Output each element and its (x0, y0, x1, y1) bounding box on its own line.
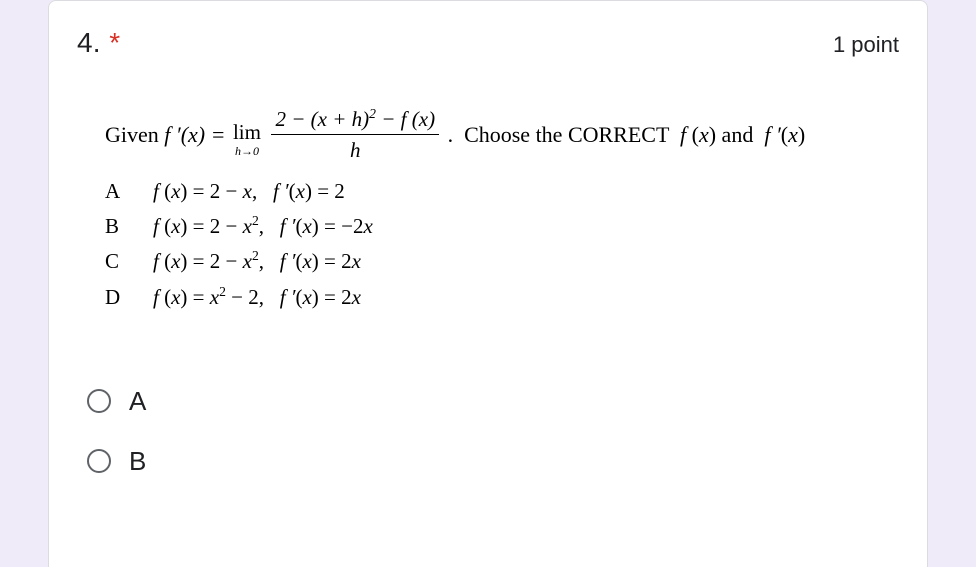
answer-options: A B (77, 371, 899, 491)
choice-letter: A (105, 177, 153, 205)
limit-operator: lim h→0 (233, 118, 261, 160)
question-prompt: Given f ′(x) = lim h→0 2 − (x + h)2 − f … (105, 107, 891, 167)
option-label: B (129, 446, 146, 477)
choice-letter: C (105, 247, 153, 275)
prompt-lhs: f ′(x) = (164, 122, 231, 147)
choice-letter: B (105, 212, 153, 240)
choice-grid: A f (x) = 2 − x, f ′(x) = 2 B f (x) = 2 … (105, 177, 891, 311)
radio-icon[interactable] (87, 389, 111, 413)
fraction-numerator: 2 − (x + h)2 − f (x) (271, 105, 439, 135)
question-number-wrap: 4. * (77, 27, 120, 59)
radio-icon[interactable] (87, 449, 111, 473)
choice-expr: f (x) = x2 − 2, f ′(x) = 2x (153, 283, 891, 311)
page-root: 4. * 1 point Given f ′(x) = lim h→0 2 − … (0, 0, 976, 567)
required-mark: * (109, 27, 120, 58)
question-number: 4. (77, 27, 101, 58)
prompt-suffix: . Choose the CORRECT f (x) and f ′(x) (448, 122, 806, 147)
prompt-prefix: Given (105, 122, 164, 147)
question-points: 1 point (833, 32, 899, 58)
fraction-denominator: h (271, 135, 439, 164)
fraction: 2 − (x + h)2 − f (x) h (271, 105, 439, 165)
choice-letter: D (105, 283, 153, 311)
question-card: 4. * 1 point Given f ′(x) = lim h→0 2 − … (48, 0, 928, 567)
question-body: Given f ′(x) = lim h→0 2 − (x + h)2 − f … (77, 107, 899, 311)
choice-expr: f (x) = 2 − x2, f ′(x) = −2x (153, 212, 891, 240)
limit-top: lim (233, 118, 261, 146)
option-b[interactable]: B (87, 431, 899, 491)
choice-expr: f (x) = 2 − x2, f ′(x) = 2x (153, 247, 891, 275)
option-label: A (129, 386, 146, 417)
question-header: 4. * 1 point (77, 27, 899, 59)
limit-sub: h→0 (233, 143, 261, 159)
option-a[interactable]: A (87, 371, 899, 431)
choice-expr: f (x) = 2 − x, f ′(x) = 2 (153, 177, 891, 205)
page-gutter (0, 0, 48, 567)
